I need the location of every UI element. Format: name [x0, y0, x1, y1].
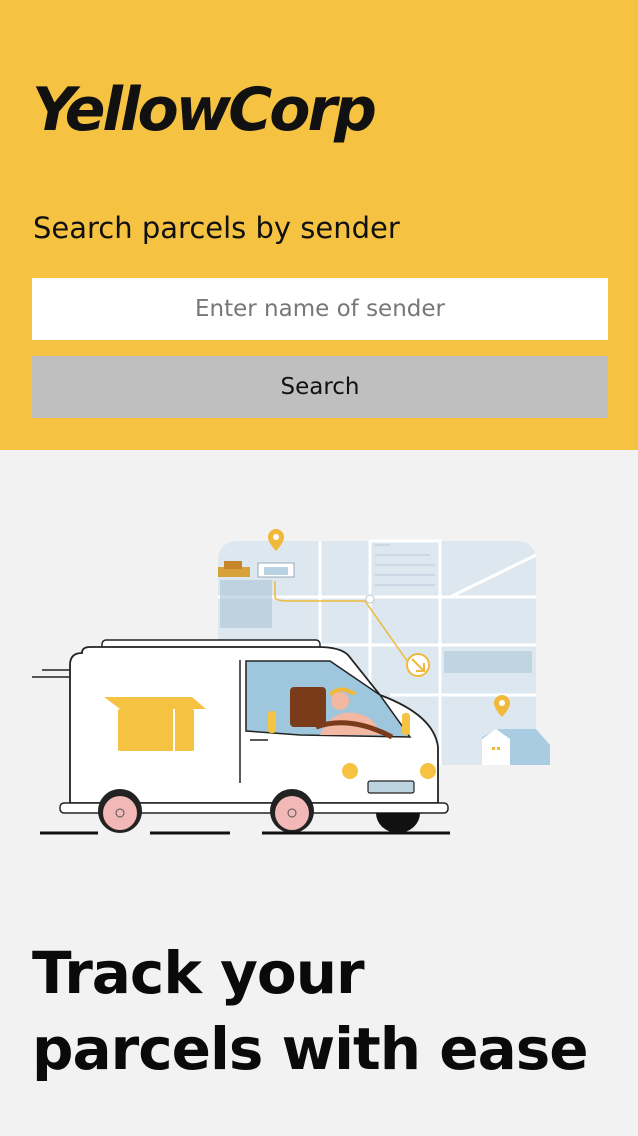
search-label: Search parcels by sender [33, 211, 400, 245]
search-button[interactable]: Search [32, 356, 608, 418]
delivery-van-map-illustration [32, 529, 550, 835]
header: YellowCorp Search parcels by sender Sear… [0, 0, 638, 450]
house-icon [482, 729, 550, 765]
brand-logo: YellowCorp [32, 75, 377, 145]
sender-search-input[interactable] [32, 278, 608, 340]
hero-tagline: Track your parcels with ease [32, 939, 589, 1083]
